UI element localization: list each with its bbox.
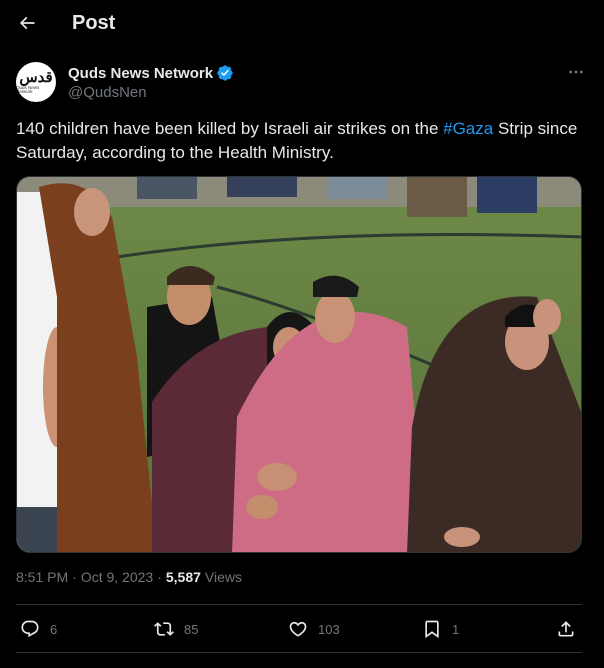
tweet-time[interactable]: 8:51 PM: [16, 569, 68, 585]
tweet-photo[interactable]: [16, 176, 582, 553]
reply-icon: [21, 620, 39, 638]
tweet-meta: 8:51 PM · Oct 9, 2023 · 5,587 Views: [16, 569, 242, 585]
divider-bottom: [16, 652, 582, 653]
avatar[interactable]: قدس Quds News Network: [16, 62, 56, 102]
more-dots-icon: [569, 70, 583, 74]
like-count: 103: [318, 621, 340, 637]
action-bar: 6 85 103 1: [16, 606, 588, 652]
author-handle[interactable]: @QudsNen: [68, 84, 147, 101]
share-icon: [558, 621, 574, 637]
author-name[interactable]: Quds News Network: [68, 65, 213, 82]
avatar-text-ar: قدس: [19, 67, 53, 86]
repost-button[interactable]: 85: [154, 618, 198, 640]
photo-illustration: [17, 177, 581, 552]
repost-count: 85: [184, 621, 199, 637]
avatar-logo: قدس Quds News Network: [16, 67, 56, 95]
author-name-container[interactable]: Quds News Network: [68, 64, 234, 82]
reply-count: 6: [50, 621, 58, 637]
tweet-text: 140 children have been killed by Israeli…: [16, 117, 588, 165]
reply-button[interactable]: 6: [20, 618, 57, 640]
bookmark-icon: [425, 620, 439, 639]
more-options-button[interactable]: [564, 62, 588, 82]
views-count: 5,587: [165, 569, 201, 585]
meta-separator: ·: [72, 569, 77, 585]
repost-icon: [154, 622, 174, 636]
page-title: Post: [72, 12, 116, 34]
like-button[interactable]: 103: [288, 618, 340, 640]
hashtag-link[interactable]: #Gaza: [443, 119, 493, 138]
tweet-text-before: 140 children have been killed by Israeli…: [16, 119, 444, 138]
bookmark-count: 1: [452, 621, 460, 637]
back-button[interactable]: [10, 6, 44, 40]
avatar-text-en: Quds News Network: [16, 84, 40, 94]
divider-top: [16, 604, 582, 605]
share-button[interactable]: [556, 618, 576, 640]
tweet-date[interactable]: Oct 9, 2023: [81, 569, 153, 585]
views-label: Views: [204, 569, 243, 585]
post-header: Post: [0, 0, 604, 48]
verified-badge-icon: [217, 65, 233, 81]
bookmark-button[interactable]: 1: [422, 618, 459, 640]
back-arrow-icon: [19, 16, 35, 30]
author-row: قدس Quds News Network Quds News Network …: [16, 60, 588, 104]
meta-separator: ·: [157, 569, 162, 585]
heart-icon: [289, 621, 307, 637]
